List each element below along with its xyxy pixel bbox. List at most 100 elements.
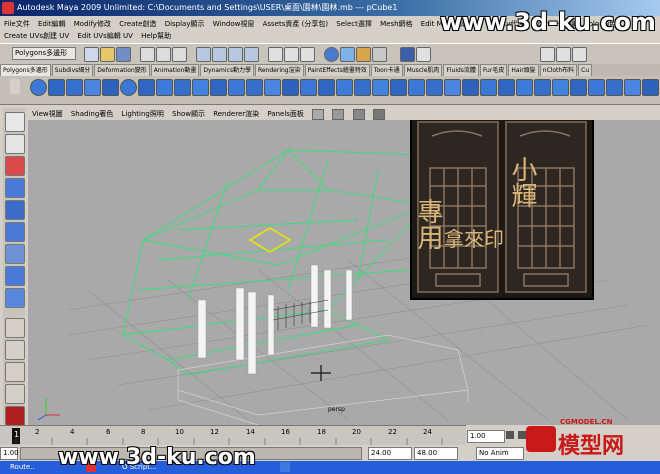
- planar-mapping-icon[interactable]: [552, 79, 569, 96]
- union-icon[interactable]: [300, 79, 317, 96]
- tab-dynamics[interactable]: Dynamics動力學: [200, 64, 254, 76]
- ipr-render-icon[interactable]: [356, 47, 371, 62]
- rotate-tool-icon[interactable]: [5, 200, 25, 220]
- step-back-icon[interactable]: [506, 431, 514, 439]
- two-pane-layout-icon[interactable]: [5, 384, 25, 404]
- range-start-field[interactable]: 1.00: [0, 447, 19, 460]
- difference-icon[interactable]: [318, 79, 335, 96]
- perspective-viewport[interactable]: persp 小輝 專用 拿來印: [28, 120, 660, 425]
- collapse-icon[interactable]: [534, 79, 551, 96]
- panel-menu-view[interactable]: View視圖: [32, 110, 63, 118]
- extract-icon[interactable]: [264, 79, 281, 96]
- poly-cylinder-icon[interactable]: [66, 79, 83, 96]
- scale-tool-icon[interactable]: [5, 222, 25, 242]
- poly-pipe-icon[interactable]: [174, 79, 191, 96]
- split-polygon-icon[interactable]: [444, 79, 461, 96]
- select-object-icon[interactable]: [156, 47, 171, 62]
- menu-assets[interactable]: Assets資產 (分享包): [263, 20, 328, 28]
- intersection-icon[interactable]: [336, 79, 353, 96]
- mirror-icon[interactable]: [354, 79, 371, 96]
- construction-history-icon[interactable]: [300, 47, 315, 62]
- poly-soccer-ball-icon[interactable]: [210, 79, 227, 96]
- io-icon[interactable]: [284, 47, 299, 62]
- menu-create[interactable]: Create創造: [119, 20, 156, 28]
- spherical-mapping-icon[interactable]: [588, 79, 605, 96]
- panel-menu-shading[interactable]: Shading著色: [71, 110, 113, 118]
- poly-helix-icon[interactable]: [192, 79, 209, 96]
- tab-fur[interactable]: Fur毛皮: [479, 64, 508, 76]
- bridge-icon[interactable]: [390, 79, 407, 96]
- input-line-icon[interactable]: [400, 47, 415, 62]
- range-max-field[interactable]: 48.00: [414, 447, 458, 460]
- menu-edit[interactable]: Edit編輯: [38, 20, 66, 28]
- sculpt-icon[interactable]: [642, 79, 659, 96]
- menu-select[interactable]: Select選擇: [336, 20, 372, 28]
- menu-edit-uvs[interactable]: Edit UVs編輯 UV: [77, 32, 132, 40]
- separate-icon[interactable]: [246, 79, 263, 96]
- four-pane-layout-icon[interactable]: [5, 340, 25, 360]
- panel-menu-renderer[interactable]: Renderer渲染: [213, 110, 259, 118]
- poly-cone-icon[interactable]: [84, 79, 101, 96]
- current-frame-field[interactable]: 1.00: [467, 430, 505, 443]
- tab-custom[interactable]: Cu: [578, 64, 593, 76]
- panel-menu-panels[interactable]: Panels面板: [267, 110, 304, 118]
- render-settings-icon[interactable]: [372, 47, 387, 62]
- uv-editor-icon[interactable]: [624, 79, 641, 96]
- move-tool-icon[interactable]: [5, 178, 25, 198]
- menu-modify[interactable]: Modify修改: [74, 20, 111, 28]
- poly-prism-icon[interactable]: [138, 79, 155, 96]
- tab-muscle[interactable]: Muscle肌肉: [403, 64, 443, 76]
- render-icon[interactable]: [340, 47, 355, 62]
- wireframe-icon[interactable]: [312, 108, 325, 120]
- select-hierarchy-icon[interactable]: [140, 47, 155, 62]
- tab-animation[interactable]: Animation動畫: [150, 64, 200, 76]
- layer-editor-icon[interactable]: [572, 47, 587, 62]
- automatic-mapping-icon[interactable]: [606, 79, 623, 96]
- range-end-field[interactable]: 24.00: [368, 447, 412, 460]
- show-manipulator-icon[interactable]: [5, 288, 25, 308]
- combine-icon[interactable]: [228, 79, 245, 96]
- poly-cube-icon[interactable]: [48, 79, 65, 96]
- panel-menu-lighting[interactable]: Lighting照明: [122, 110, 164, 118]
- tab-painteffects[interactable]: PaintEffects繪畫特效: [304, 64, 370, 76]
- tab-deformation[interactable]: Deformation變形: [94, 64, 150, 76]
- menu-mesh[interactable]: Mesh網格: [380, 20, 412, 28]
- offset-edge-loop-icon[interactable]: [480, 79, 497, 96]
- new-scene-icon[interactable]: [84, 47, 99, 62]
- single-pane-layout-icon[interactable]: [5, 318, 25, 338]
- panel-menu-show[interactable]: Show顯示: [172, 110, 205, 118]
- attribute-editor-icon[interactable]: [416, 47, 431, 62]
- persp-outliner-layout-icon[interactable]: [5, 362, 25, 382]
- cylindrical-mapping-icon[interactable]: [570, 79, 587, 96]
- menu-window[interactable]: Window視窗: [213, 20, 255, 28]
- poly-pyramid-icon[interactable]: [156, 79, 173, 96]
- shelf-menu-icon[interactable]: [10, 79, 20, 94]
- smooth-shade-icon[interactable]: [332, 108, 345, 120]
- channel-box-icon[interactable]: [556, 47, 571, 62]
- taskbar-item-route[interactable]: Route..: [10, 462, 58, 473]
- save-scene-icon[interactable]: [116, 47, 131, 62]
- textured-icon[interactable]: [352, 108, 365, 120]
- mode-select-dropdown[interactable]: Polygons多邊形: [12, 47, 76, 60]
- snap-view-icon[interactable]: [244, 47, 259, 62]
- history-icon[interactable]: [268, 47, 283, 62]
- tab-ncloth[interactable]: nCloth布料: [539, 64, 578, 76]
- poly-plane-icon[interactable]: [102, 79, 119, 96]
- menu-file[interactable]: File文件: [4, 20, 30, 28]
- append-polygon-icon[interactable]: [408, 79, 425, 96]
- menu-display[interactable]: Display顯示: [165, 20, 205, 28]
- tab-hair[interactable]: Hair頭髮: [508, 64, 539, 76]
- bevel-icon[interactable]: [498, 79, 515, 96]
- snap-curve-icon[interactable]: [212, 47, 227, 62]
- paint-select-tool-icon[interactable]: [5, 156, 25, 176]
- tab-rendering[interactable]: Rendering渲染: [254, 64, 304, 76]
- render-view-icon[interactable]: [324, 47, 339, 62]
- snap-point-icon[interactable]: [228, 47, 243, 62]
- snap-grid-icon[interactable]: [196, 47, 211, 62]
- extrude-icon[interactable]: [372, 79, 389, 96]
- poly-sphere-icon[interactable]: [30, 79, 47, 96]
- tab-polygons[interactable]: Polygons多邊形: [0, 64, 51, 76]
- tab-subdivs[interactable]: Subdivs細分: [51, 64, 94, 76]
- menu-create-uvs[interactable]: Create UVs創建 UV: [4, 32, 69, 40]
- select-component-icon[interactable]: [172, 47, 187, 62]
